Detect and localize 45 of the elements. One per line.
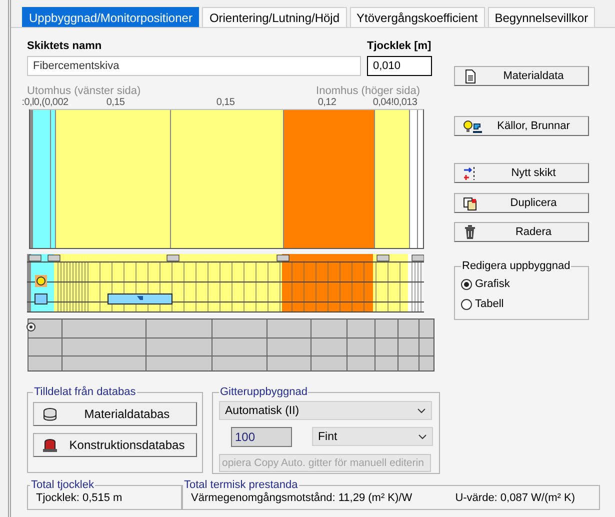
button[interactable]: Materialdatabas: [33, 402, 197, 426]
input-field[interactable]: Fibercementskiva: [27, 56, 361, 76]
button[interactable]: Radera: [454, 222, 589, 242]
input-field[interactable]: 0,010: [367, 56, 432, 76]
group-title: Tilldelat från databas: [33, 386, 137, 398]
tab[interactable]: Uppbyggnad/Monitorpositioner: [22, 7, 200, 27]
thickness-label: 0,12: [316, 97, 338, 109]
resistance-value: Värmegenomgångsmotstånd: 11,29 (m² K)/W: [191, 492, 412, 506]
group-title: Redigera uppbyggnad: [461, 260, 572, 272]
input-field[interactable]: 100: [231, 427, 292, 447]
dropdown[interactable]: Fint: [312, 427, 433, 446]
button[interactable]: Materialdata: [454, 66, 589, 86]
material-layer[interactable]: [375, 110, 410, 248]
material-layer[interactable]: [33, 110, 51, 248]
bulb-and-tap-icon: [463, 118, 483, 134]
tab[interactable]: Orientering/Lutning/Höjd: [202, 7, 347, 27]
thickness-value: Tjocklek: 0,515 m: [36, 492, 122, 504]
side-label: Utomhus (vänster sida): [27, 85, 141, 97]
group-title: Gitteruppbyggnad: [219, 386, 308, 398]
u-value: U-värde: 0,087 W/(m² K): [455, 492, 575, 506]
field-label: Skiktets namn: [27, 40, 102, 52]
radio-button[interactable]: Tabell: [461, 294, 504, 314]
copy-icon: [463, 196, 477, 210]
chevron-icon: [417, 408, 426, 414]
group-title: Total termisk prestanda: [183, 479, 299, 491]
side-label: Inomhus (höger sida): [316, 85, 420, 97]
thickness-label: 0,15: [105, 97, 126, 109]
document-icon: [463, 68, 476, 84]
thickness-label: :0,l0,(0,002: [20, 97, 70, 109]
insert-layer-icon: [463, 166, 476, 180]
dropdown[interactable]: Automatisk (II): [219, 401, 432, 420]
button[interactable]: Konstruktionsdatabas: [33, 433, 197, 457]
field-label: Tjocklek [m]: [367, 40, 432, 52]
trash-icon: [463, 224, 476, 240]
group-title: Total tjocklek: [30, 479, 95, 491]
tab[interactable]: Ytövergångskoefficient: [350, 7, 485, 27]
material-layer[interactable]: [51, 110, 56, 248]
button[interactable]: Källor, Brunnar: [454, 116, 589, 136]
button[interactable]: Nytt skikt: [454, 163, 589, 183]
thickness-label: 0,15: [215, 97, 236, 109]
button[interactable]: Duplicera: [454, 193, 589, 213]
radio-button[interactable]: Grafisk: [461, 274, 510, 294]
chevron-icon: [418, 434, 427, 440]
tab[interactable]: Begynnelsevillkor: [488, 7, 596, 27]
thickness-label: 0,04!0,013: [372, 97, 418, 109]
